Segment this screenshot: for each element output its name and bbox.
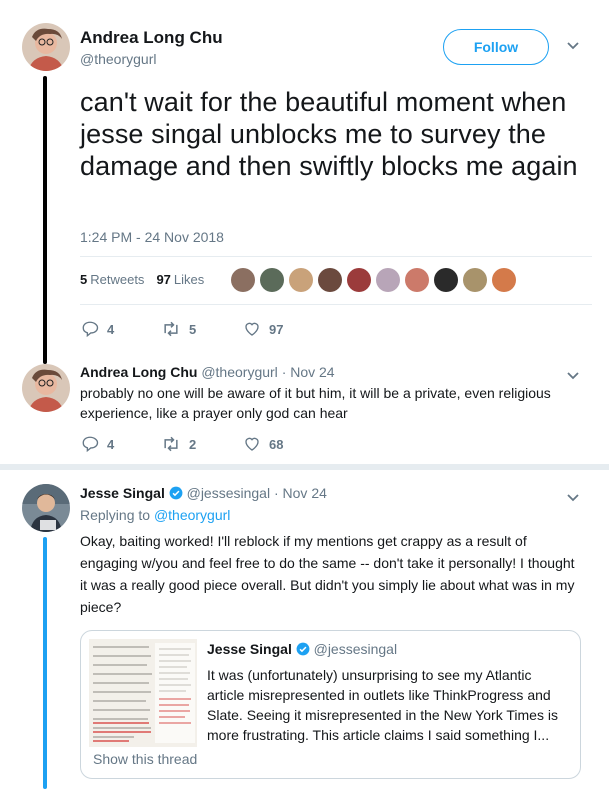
author-name[interactable]: Andrea Long Chu xyxy=(80,364,197,380)
divider xyxy=(80,256,592,257)
chevron-down-icon[interactable] xyxy=(566,490,580,508)
reply-icon xyxy=(82,321,99,338)
author-handle[interactable]: @jessesingal xyxy=(187,485,270,501)
replying-to-link[interactable]: @theorygurl xyxy=(154,507,230,523)
avatar[interactable] xyxy=(22,364,70,412)
thread-line xyxy=(43,76,47,364)
liker-avatar[interactable] xyxy=(376,268,400,292)
like-button[interactable]: 97 xyxy=(243,320,283,338)
reply-button[interactable]: 4 xyxy=(81,435,161,453)
tweet-date[interactable]: · Nov 24 xyxy=(274,485,327,501)
quote-thumbnail xyxy=(89,639,197,747)
thread-line xyxy=(43,537,47,789)
chevron-down-icon[interactable] xyxy=(566,368,580,386)
liker-avatar[interactable] xyxy=(434,268,458,292)
author-name[interactable]: Andrea Long Chu xyxy=(80,28,223,48)
engagement-stats: 5 Retweets 97 Likes xyxy=(80,272,204,287)
action-bar: 4 2 68 xyxy=(81,435,283,453)
quoted-tweet[interactable]: Jesse Singal @jessesingal It was (unfort… xyxy=(80,630,581,779)
liker-avatars[interactable] xyxy=(231,268,516,292)
show-thread-link[interactable]: Show this thread xyxy=(93,751,197,767)
timestamp[interactable]: 1:24 PM - 24 Nov 2018 xyxy=(80,229,224,245)
quote-text: It was (unfortunately) unsurprising to s… xyxy=(207,667,558,743)
like-button[interactable]: 68 xyxy=(243,435,283,453)
heart-icon xyxy=(245,322,259,336)
verified-icon xyxy=(296,642,310,656)
author-name[interactable]: Jesse Singal xyxy=(80,485,165,501)
reply-icon xyxy=(82,436,99,453)
tweet-text: Okay, baiting worked! I'll reblock if my… xyxy=(80,533,575,615)
retweet-icon xyxy=(164,321,178,337)
liker-avatar[interactable] xyxy=(405,268,429,292)
tweet-text: probably no one will be aware of it but … xyxy=(80,385,551,421)
tweet-date[interactable]: · Nov 24 xyxy=(282,364,335,380)
avatar[interactable] xyxy=(22,484,70,532)
divider xyxy=(80,304,592,305)
tweet-text: can't wait for the beautiful moment when… xyxy=(80,87,578,181)
likes-stat[interactable]: 97 Likes xyxy=(156,272,204,287)
avatar[interactable] xyxy=(22,23,70,71)
quote-author-name: Jesse Singal xyxy=(207,641,292,657)
author-handle[interactable]: @theorygurl xyxy=(201,364,277,380)
liker-avatar[interactable] xyxy=(463,268,487,292)
retweets-stat[interactable]: 5 Retweets xyxy=(80,272,144,287)
liker-avatar[interactable] xyxy=(318,268,342,292)
liker-avatar[interactable] xyxy=(347,268,371,292)
quote-body: Jesse Singal @jessesingal It was (unfort… xyxy=(207,641,567,745)
replying-to: Replying to @theorygurl xyxy=(80,507,231,523)
reply-button[interactable]: 4 xyxy=(81,320,161,338)
liker-avatar[interactable] xyxy=(260,268,284,292)
retweet-button[interactable]: 2 xyxy=(161,435,243,453)
author-handle[interactable]: @theorygurl xyxy=(80,51,223,67)
heart-icon xyxy=(245,437,259,451)
section-divider xyxy=(0,464,609,470)
retweet-icon xyxy=(164,436,178,452)
liker-avatar[interactable] xyxy=(492,268,516,292)
liker-avatar[interactable] xyxy=(231,268,255,292)
quote-author-handle: @jessesingal xyxy=(313,641,398,657)
follow-button[interactable]: Follow xyxy=(443,29,549,65)
chevron-down-icon[interactable] xyxy=(566,38,580,56)
verified-icon xyxy=(169,486,183,500)
retweet-button[interactable]: 5 xyxy=(161,320,243,338)
action-bar: 4 5 97 xyxy=(81,320,283,338)
liker-avatar[interactable] xyxy=(289,268,313,292)
